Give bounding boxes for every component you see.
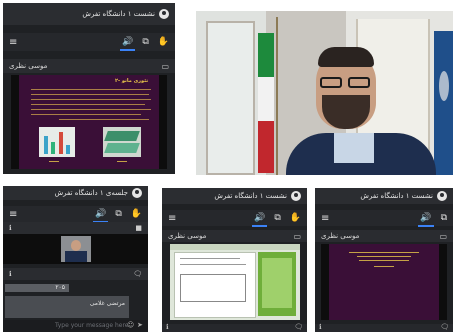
info-icon[interactable]: ℹ xyxy=(166,323,169,331)
webcam-header: ℹ ■ xyxy=(3,222,148,234)
user-icon[interactable] xyxy=(159,9,169,19)
chat-message: مرتضی غلامی xyxy=(5,296,129,318)
camera-icon[interactable]: ■ xyxy=(135,224,142,232)
chat-icon[interactable]: 🗨 xyxy=(294,323,303,331)
presentation-header: موسی نظری ▭ xyxy=(162,230,307,242)
presentation-header: موسی نظری ▭ xyxy=(315,230,453,242)
hamburger-icon[interactable]: ≡ xyxy=(168,213,176,224)
chat-icon[interactable]: 🗨 xyxy=(133,270,142,278)
info-icon[interactable]: ℹ xyxy=(319,323,322,331)
screen-share-icon[interactable]: ⧉ xyxy=(274,213,280,223)
presenter-name: موسی نظری xyxy=(9,62,48,70)
bottom-middle-window: نشست ۱ دانشگاه تفرش ≡ 🔊 ⧉ ✋ موسی نظری ▭ … xyxy=(162,188,307,332)
window-toolbar: ≡ 🔊 ⧉ ✋ xyxy=(3,33,175,51)
webcam-view xyxy=(3,234,148,264)
hand-icon[interactable]: ✋ xyxy=(290,213,301,223)
hamburger-icon[interactable]: ≡ xyxy=(9,37,17,48)
send-icon[interactable]: ➤ xyxy=(137,321,143,329)
slide-figure-surface xyxy=(103,127,141,157)
session-title: نشست ۱ دانشگاه تفرش xyxy=(214,192,287,200)
session-title: نشست ۱ دانشگاه تفرش xyxy=(360,192,433,200)
hamburger-icon[interactable]: ≡ xyxy=(321,213,329,224)
hamburger-icon[interactable]: ≡ xyxy=(9,209,17,220)
slide-figure-bars xyxy=(39,127,75,157)
chat-input[interactable]: Type your message here xyxy=(55,322,128,329)
speaker-video xyxy=(196,11,453,175)
bottom-bar: ℹ 🗨 xyxy=(315,323,453,332)
user-icon[interactable] xyxy=(437,191,447,201)
presentation-header: موسی نظری ▭ xyxy=(3,59,175,73)
bottom-bar: ℹ 🗨 xyxy=(162,323,307,332)
speaker-icon[interactable]: 🔊 xyxy=(252,213,268,227)
session-title: جلسه‌ی ۱ دانشگاه تفرش xyxy=(54,189,128,197)
chat-area: ۲۰۵ مرتضی غلامی xyxy=(3,280,148,320)
presentation-screen: ۲- تئوری ماتو xyxy=(11,75,167,169)
chat-header: ℹ 🗨 xyxy=(3,268,148,280)
presentation-screen xyxy=(321,244,447,320)
chat-input-bar: Type your message here ☺ ➤ xyxy=(3,320,148,332)
window-toolbar: ≡ 🔊 ⧉ ✋ xyxy=(162,210,307,227)
slide-title: ۲- تئوری ماتو xyxy=(115,78,149,84)
user-icon[interactable] xyxy=(291,191,301,201)
slide: ۲- تئوری ماتو xyxy=(19,75,159,169)
speaker-icon[interactable]: 🔊 xyxy=(93,209,109,223)
speaker-icon[interactable]: 🔊 xyxy=(418,213,434,227)
presenter-name: موسی نظری xyxy=(168,232,207,240)
bottom-left-window: جلسه‌ی ۱ دانشگاه تفرش ≡ 🔊 ⧉ ✋ ℹ ■ ℹ 🗨 ۲۰… xyxy=(3,186,148,332)
presenter-name: موسی نظری xyxy=(321,232,360,240)
speaker-icon[interactable]: 🔊 xyxy=(120,37,136,51)
slide xyxy=(329,244,439,320)
hand-icon[interactable]: ✋ xyxy=(131,209,142,219)
window-toolbar: ≡ 🔊 ⧉ xyxy=(315,210,453,227)
info-icon[interactable]: ℹ xyxy=(9,270,12,278)
hand-icon[interactable]: ✋ xyxy=(158,37,169,47)
bottom-right-window: نشست ۱ دانشگاه تفرش ≡ 🔊 ⧉ موسی نظری ▭ ℹ … xyxy=(315,188,453,332)
monitor-icon[interactable]: ▭ xyxy=(293,232,301,241)
speaker-person xyxy=(256,45,436,175)
presentation-screen xyxy=(170,244,300,320)
window-toolbar: ≡ 🔊 ⧉ ✋ xyxy=(3,206,148,223)
emoji-icon[interactable]: ☺ xyxy=(127,321,134,329)
info-icon[interactable]: ℹ xyxy=(9,224,12,232)
participant-name: مرتضی غلامی xyxy=(89,300,125,307)
session-title: نشست ۱ دانشگاه تفرش xyxy=(82,10,155,18)
screen-share-icon[interactable]: ⧉ xyxy=(115,209,121,219)
window-titlebar: نشست ۱ دانشگاه تفرش xyxy=(162,188,307,204)
screen-share-icon[interactable]: ⧉ xyxy=(142,37,148,47)
screen-share-icon[interactable]: ⧉ xyxy=(441,213,447,223)
window-titlebar: جلسه‌ی ۱ دانشگاه تفرش xyxy=(3,186,148,200)
monitor-icon[interactable]: ▭ xyxy=(161,62,169,71)
chat-icon[interactable]: 🗨 xyxy=(440,323,449,331)
top-left-window: نشست ۱ دانشگاه تفرش ≡ 🔊 ⧉ ✋ موسی نظری ▭ … xyxy=(3,3,175,174)
chat-badge: ۲۰۵ xyxy=(5,284,69,292)
monitor-icon[interactable]: ▭ xyxy=(439,232,447,241)
window-titlebar: نشست ۱ دانشگاه تفرش xyxy=(315,188,453,204)
user-icon[interactable] xyxy=(132,188,142,198)
window-titlebar: نشست ۱ دانشگاه تفرش xyxy=(3,3,175,25)
